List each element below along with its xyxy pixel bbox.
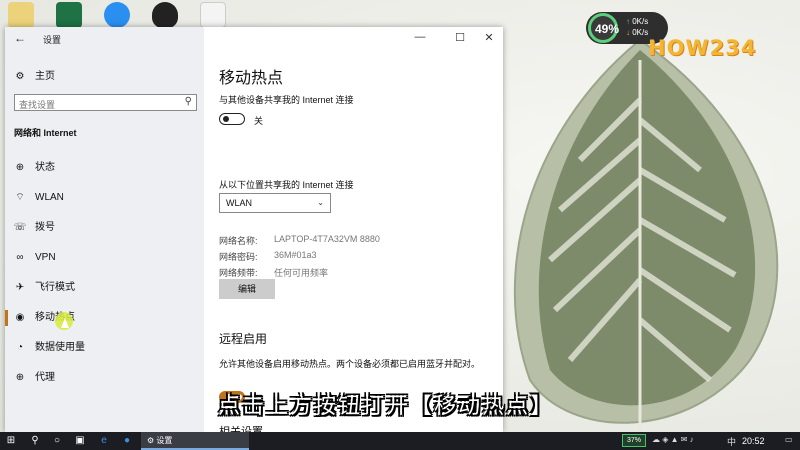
remote-enable-description: 允许其他设备启用移动热点。两个设备必须都已启用蓝牙并配对。 [219,359,481,369]
share-from-value: WLAN [226,198,253,208]
gear-icon: ⚙ [147,436,155,445]
sidebar-item-label: 飞行模式 [35,282,75,293]
download-arrow-icon: ↓ [626,28,630,37]
desktop-icon-folder[interactable] [8,2,34,28]
taskbar: ⊞ ⚲ ○ ▣ e ● ⚙ 设置 37% ☁ ◈ ▲ ✉ ♪ 中 20:52 ▭ [0,432,800,450]
pinned-app-icon[interactable]: ● [120,432,134,450]
search-icon: ⚲ [184,96,192,107]
vpn-icon: ∞ [16,252,24,263]
sidebar-item-proxy[interactable]: ⊕ 代理 [5,365,204,391]
sidebar-item-label: WLAN [35,192,64,203]
excel-icon[interactable] [56,2,82,28]
sidebar-item-hotspot[interactable]: ◉移动热点 [5,305,204,331]
sidebar-item-label: 数据使用量 [35,342,85,353]
mouse-cursor-highlight [55,312,73,330]
task-view-icon[interactable]: ○ [50,432,64,450]
sidebar-item-label: 代理 [35,372,55,383]
related-settings-heading: 相关设置 [219,426,263,432]
qq-penguin-icon[interactable] [152,2,178,28]
share-toggle-state: 关 [254,116,264,126]
share-connection-label: 与其他设备共享我的 Internet 连接 [219,95,354,105]
taskbar-app-label: 设置 [156,436,173,445]
ime-indicator[interactable]: 中 [727,435,736,448]
settings-sidebar: ⚙ 主页 ⚲ 网络和 Internet ⊕ 状态 ⌔ WLAN ☏ 拨号 ∞ VPN ✈ 飞… [5,27,204,432]
share-connection-toggle[interactable] [219,113,245,125]
memory-percent: 49% [594,22,620,36]
upload-speed: 0K/s [632,17,649,26]
chevron-down-icon: ⌄ [317,198,324,207]
app-icon-blue[interactable] [104,2,130,28]
sidebar-item-dialup[interactable]: ☏ 拨号 [5,215,204,241]
title-bar: ← 设置 — ☐ ✕ [5,27,503,51]
globe-icon: ⊕ [15,162,25,173]
sidebar-item-status[interactable]: ⊕ 状态 [5,155,204,181]
remote-enable-title: 远程启用 [219,332,268,346]
windows-start-icon[interactable]: ⊞ [4,432,18,450]
active-indicator [5,310,8,326]
back-arrow-icon[interactable]: ← [14,31,26,45]
sidebar-home[interactable]: ⚙ 主页 [13,67,55,82]
sidebar-item-wlan[interactable]: ⌔ WLAN [5,185,204,211]
minimize-button[interactable]: — [413,31,427,43]
maximize-button[interactable]: ☐ [453,31,467,44]
network-band-key: 网络频带: [219,268,258,278]
hotspot-page: 移动热点 与其他设备共享我的 Internet 连接 关 从以下位置共享我的 I… [204,51,503,432]
toggle-knob [223,116,229,122]
search-icon[interactable]: ⚲ [28,432,42,450]
notification-icon[interactable]: ▭ [785,435,793,444]
sidebar-item-label: VPN [35,252,56,263]
sidebar-home-label: 主页 [35,71,55,82]
upload-arrow-icon: ↑ [626,17,630,26]
data-usage-icon: ◔ [16,342,24,353]
tray-icons[interactable]: ☁ ◈ ▲ ✉ ♪ [652,435,694,444]
battery-indicator[interactable]: 37% [622,434,646,447]
speed-readouts: ↑ 0K/s ↓ 0K/s [626,16,648,38]
sidebar-item-vpn[interactable]: ∞ VPN [5,245,204,271]
network-band-value: 任何可用频率 [274,268,329,278]
airplane-icon: ✈ [15,282,25,293]
share-from-dropdown[interactable]: WLAN ⌄ [219,193,331,213]
sidebar-section-title: 网络和 Internet [14,128,77,138]
settings-search[interactable]: ⚲ [14,94,197,113]
share-from-label: 从以下位置共享我的 Internet 连接 [219,180,354,190]
taskbar-settings-app[interactable]: ⚙ 设置 [141,432,249,450]
leaf-wallpaper [513,40,779,430]
network-password-value: 36M#01a3 [274,250,317,260]
page-title: 移动热点 [219,70,284,87]
network-password-key: 网络密码: [219,252,258,262]
sidebar-item-label: 拨号 [35,222,55,233]
settings-window: ⚙ 主页 ⚲ 网络和 Internet ⊕ 状态 ⌔ WLAN ☏ 拨号 ∞ VPN ✈ 飞… [5,27,503,432]
desktop-icons-row [0,0,260,30]
edit-button[interactable]: 编辑 [219,279,275,299]
network-name-key: 网络名称: [219,236,258,246]
download-speed: 0K/s [632,28,649,37]
hotspot-icon: ◉ [15,312,25,323]
clock[interactable]: 20:52 [742,436,765,446]
network-name-value: LAPTOP-4T7A32VM 8880 [274,234,380,244]
document-icon[interactable] [200,2,226,28]
sidebar-item-label: 状态 [35,162,55,173]
phone-icon: ☏ [13,222,27,233]
wifi-icon: ⌔ [15,192,25,203]
sidebar-item-data-usage[interactable]: ◔ 数据使用量 [5,335,204,361]
search-input[interactable] [15,97,175,113]
edge-browser-icon[interactable]: e [97,432,111,450]
video-subtitle: 点击上方按钮打开【移动热点】 [218,394,555,419]
close-button[interactable]: ✕ [482,31,496,44]
proxy-icon: ⊕ [15,372,25,383]
multitask-icon[interactable]: ▣ [73,432,87,450]
sidebar-item-airplane[interactable]: ✈ 飞行模式 [5,275,204,301]
brand-watermark: HOW234 [648,36,757,60]
window-title: 设置 [43,35,62,45]
home-gear-icon: ⚙ [15,71,25,82]
